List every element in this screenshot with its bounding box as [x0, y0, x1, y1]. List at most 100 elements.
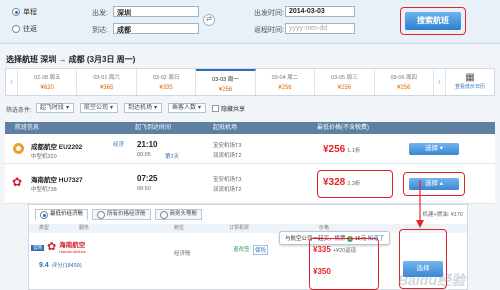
date-tab-selected[interactable]: 03-03 周一 ¥256	[196, 69, 256, 95]
page-title: 选择航班 深圳 → 成都 (3月3日 周一)	[6, 55, 136, 64]
price-block: ¥256 1.1折	[323, 144, 360, 155]
price-block: ¥328 2.3折	[323, 177, 360, 188]
radio-selected-icon	[12, 8, 20, 16]
airline-name: 海南航空 HU7327	[31, 177, 83, 184]
price: ¥335	[313, 245, 331, 254]
airline-name: 成都航空 EU2202	[31, 144, 83, 151]
depart-date-label: 出发时间:	[254, 10, 284, 17]
date-tab-date: 03-05 周三	[331, 75, 358, 81]
hide-share-label: 隐藏共享	[221, 107, 246, 113]
date-tab-price: ¥256	[278, 85, 292, 91]
radio-empty-icon	[12, 25, 20, 33]
from-label: 出发:	[92, 10, 108, 17]
official-badge: 官网	[31, 245, 44, 251]
chevron-up-icon: ▴	[439, 180, 444, 187]
sub-col: 类型	[39, 225, 50, 231]
cabin-class: 经济舱	[174, 251, 191, 257]
cashback-note: +¥20返现	[332, 248, 357, 254]
logo-cn: 海南航空	[59, 242, 86, 249]
fare-price-2: ¥350	[313, 267, 331, 276]
depart-date-input[interactable]: 2014-03-03	[285, 6, 355, 17]
col-time: 起飞到达时间	[135, 125, 172, 131]
date-tab[interactable]: 02-28 周五 ¥620	[18, 69, 78, 95]
filter-label: 到达机场	[128, 105, 153, 111]
return-date-label: 返程时间:	[254, 27, 284, 34]
filter-label: 乘客人数	[172, 105, 197, 111]
review-count-link[interactable]: 评分(18459)	[52, 261, 82, 269]
aircraft-model[interactable]: 中型机320	[31, 152, 57, 160]
tab-lowest-economy[interactable]: 最低价经济舱	[35, 209, 89, 220]
trip-oneway-radio[interactable]: 单程	[12, 7, 37, 17]
filter-label: 起飞时段	[40, 105, 65, 111]
date-tab-price: ¥620	[40, 85, 54, 91]
calendar-label: 查看低价日历	[454, 84, 485, 90]
calendar-icon: ▦	[465, 72, 475, 83]
trip-round-radio[interactable]: 往返	[12, 24, 37, 34]
chevron-down-icon: ▾	[154, 105, 158, 111]
aircraft-model[interactable]: 中型机738	[31, 185, 57, 193]
low-price-calendar-button[interactable]: ▦ 查看低价日历	[446, 69, 494, 95]
date-tab-date: 02-28 周五	[33, 75, 61, 81]
price: ¥256	[323, 144, 346, 155]
arrive-time: 00:05	[137, 152, 151, 158]
prev-dates-icon[interactable]: ‹	[6, 69, 18, 95]
refund-rules-link[interactable]: 退改签	[233, 245, 250, 253]
date-tab-price: ¥256	[337, 85, 351, 91]
chevron-down-icon: ▾	[110, 105, 114, 111]
to-label: 到达:	[92, 27, 108, 34]
logo-en: Hainan Airlines	[59, 249, 86, 254]
date-tab-date: 03-03 周一	[212, 77, 239, 83]
date-tab-date: 03-06 周四	[390, 75, 418, 81]
date-strip: ‹ 02-28 周五 ¥620 03-01 周六 ¥365 03-02 周日 ¥335…	[5, 68, 495, 96]
search-panel: 单程 往返 出发: 深圳 到达: 成都 ⇄ 出发时间: 2014-03-03 返…	[0, 0, 500, 44]
search-flights-button[interactable]: 搜索航班	[405, 12, 461, 30]
date-tab[interactable]: 03-04 周二 ¥256	[256, 69, 316, 95]
depart-time: 21:10	[137, 140, 158, 149]
date-tab-date: 03-02 周日	[152, 75, 180, 81]
filter-label: 航空公司	[84, 105, 109, 111]
cabin-tag[interactable]: 经济	[113, 140, 124, 148]
flight-row: 成都航空 EU2202 中型机320 经济 21:10 00:05 第2天 宝安…	[5, 134, 495, 164]
hide-share-checkbox[interactable]: 隐藏共享	[212, 104, 245, 113]
return-date-input[interactable]: yyyy-mm-dd	[285, 23, 355, 34]
filters-label: 筛选条件:	[6, 108, 32, 114]
tab-business-first[interactable]: 商务头等舱	[154, 209, 203, 220]
airline-filter[interactable]: 航空公司 ▾	[80, 103, 118, 113]
col-airport: 起抵机场	[213, 125, 238, 131]
next-dates-icon[interactable]: ›	[434, 69, 446, 95]
date-tab[interactable]: 03-01 周六 ¥365	[77, 69, 137, 95]
col-price: 最低价格(不含税费)	[317, 125, 369, 131]
tab-label: 商务头等舱	[169, 211, 198, 217]
date-tab-price: ¥256	[397, 85, 411, 91]
depart-airport: 宝安机场T3	[213, 143, 242, 149]
airport-filter[interactable]: 到达机场 ▾	[124, 103, 162, 113]
from-input[interactable]: 深圳	[113, 6, 199, 17]
watermark: Baidu经验	[398, 272, 465, 288]
date-tab-date: 03-04 周二	[271, 75, 299, 81]
to-input[interactable]: 成都	[113, 23, 199, 34]
hainan-airlines-logo-icon: ✿	[47, 241, 57, 253]
checkbox-icon	[212, 105, 219, 112]
annotation-arrow-icon	[416, 180, 424, 228]
fare-price-1: ¥335 +¥20返现	[313, 245, 356, 254]
date-tab[interactable]: 03-02 周日 ¥335	[137, 69, 197, 95]
depart-time-filter[interactable]: 起飞时段 ▾	[36, 103, 74, 113]
arrive-airport: 双流机场T2	[213, 153, 242, 159]
tab-label: 所有价格经济舱	[107, 211, 146, 217]
passengers-filter[interactable]: 乘客人数 ▾	[168, 103, 206, 113]
date-tab[interactable]: 03-05 周三 ¥256	[315, 69, 375, 95]
date-tab[interactable]: 03-06 周四 ¥256	[375, 69, 434, 95]
next-day-tag: 第2天	[165, 154, 180, 160]
depart-airport: 宝安机场T3	[213, 177, 242, 183]
radio-empty-icon	[97, 210, 106, 219]
sub-col: 舱位	[174, 225, 185, 231]
depart-time: 07:25	[137, 174, 158, 183]
select-button[interactable]: 选择 ▾	[409, 143, 459, 155]
tab-all-economy[interactable]: 所有价格经济舱	[92, 209, 151, 220]
col-flight: 航班信息	[15, 125, 40, 131]
date-tab-price: ¥256	[218, 87, 233, 93]
arrive-time: 09:50	[137, 186, 151, 192]
swap-cities-icon[interactable]: ⇄	[203, 14, 215, 26]
chevron-down-icon: ▾	[66, 105, 70, 111]
hainan-airlines-logo-icon: ✿	[12, 175, 23, 189]
